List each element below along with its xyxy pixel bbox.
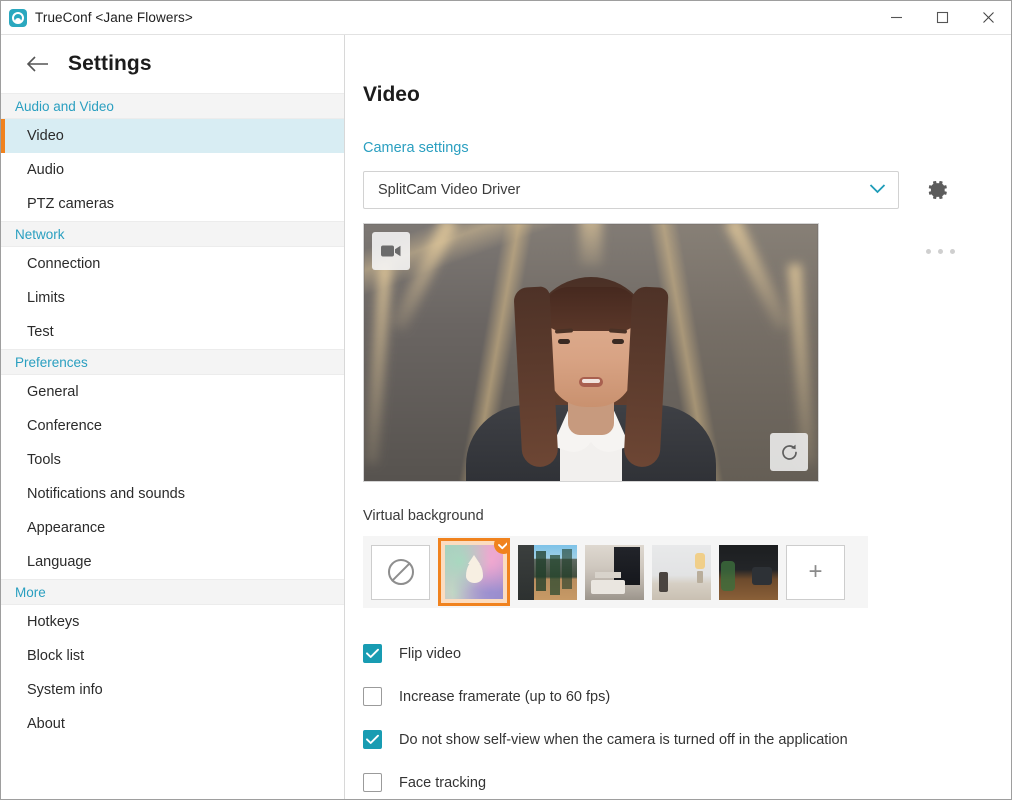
nav-section-audio-and-video: Audio and Video (1, 93, 344, 119)
option-hide-self-view[interactable]: Do not show self-view when the camera is… (363, 718, 1011, 761)
video-options-list: Flip video Increase framerate (up to 60 … (363, 632, 1011, 799)
camera-preview-wrapper (363, 223, 819, 482)
trueconf-logo-icon (9, 8, 27, 27)
sidebar-item-video[interactable]: Video (1, 119, 344, 153)
camera-preview (363, 223, 819, 482)
settings-nav: Audio and Video Video Audio PTZ cameras … (1, 93, 344, 799)
maximize-icon[interactable] (919, 1, 965, 34)
page-title: Video (363, 83, 420, 106)
sidebar-item-label: Tools (27, 452, 61, 468)
option-label: Face tracking (399, 774, 487, 791)
sidebar-item-appearance[interactable]: Appearance (1, 511, 344, 545)
virtual-background-dark-lounge[interactable] (719, 544, 778, 600)
checkbox-increase-framerate[interactable] (363, 687, 382, 706)
blur-drop-icon (445, 545, 503, 599)
nav-section-preferences: Preferences (1, 349, 344, 375)
sidebar-item-connection[interactable]: Connection (1, 247, 344, 281)
sidebar-item-label: Connection (27, 256, 101, 272)
option-label: Increase framerate (up to 60 fps) (399, 688, 611, 705)
virtual-background-none[interactable] (371, 544, 430, 600)
app-window: TrueConf <Jane Flowers> Settings Audio a… (0, 0, 1012, 800)
settings-sidebar: Settings Audio and Video Video Audio PTZ… (1, 35, 345, 799)
sidebar-item-label: About (27, 716, 65, 732)
virtual-background-modern-office[interactable] (585, 544, 644, 600)
virtual-background-blur[interactable] (438, 538, 510, 606)
sidebar-item-label: Appearance (27, 520, 106, 536)
option-label: Do not show self-view when the camera is… (399, 731, 848, 748)
title-bar: TrueConf <Jane Flowers> (1, 1, 1011, 35)
video-settings-panel: Video Camera settings SplitCam Video Dri… (345, 35, 1011, 799)
option-increase-framerate[interactable]: Increase framerate (up to 60 fps) (363, 675, 1011, 718)
sidebar-item-test[interactable]: Test (1, 315, 344, 349)
sidebar-item-label: Limits (27, 290, 65, 306)
sidebar-item-limits[interactable]: Limits (1, 281, 344, 315)
nav-section-more: More (1, 579, 344, 605)
option-label: Flip video (399, 645, 462, 662)
preview-person (466, 271, 716, 481)
no-background-icon (387, 559, 414, 585)
refresh-icon[interactable] (770, 433, 808, 471)
check-icon (494, 541, 507, 554)
gear-icon[interactable] (921, 173, 955, 207)
sidebar-item-notifications-and-sounds[interactable]: Notifications and sounds (1, 477, 344, 511)
checkbox-face-tracking[interactable] (363, 773, 382, 792)
sidebar-item-tools[interactable]: Tools (1, 443, 344, 477)
chevron-down-icon (869, 181, 886, 199)
camera-select[interactable]: SplitCam Video Driver (363, 171, 899, 209)
sidebar-item-language[interactable]: Language (1, 545, 344, 579)
sidebar-item-ptz-cameras[interactable]: PTZ cameras (1, 187, 344, 221)
sidebar-item-label: Video (27, 128, 64, 144)
close-icon[interactable] (965, 1, 1011, 34)
sidebar-item-hotkeys[interactable]: Hotkeys (1, 605, 344, 639)
sidebar-item-system-info[interactable]: System info (1, 673, 344, 707)
sidebar-item-label: Language (27, 554, 92, 570)
app-title: TrueConf <Jane Flowers> (35, 10, 193, 25)
camera-select-value: SplitCam Video Driver (378, 182, 521, 198)
sidebar-item-block-list[interactable]: Block list (1, 639, 344, 673)
sidebar-item-label: System info (27, 682, 103, 698)
virtual-background-white-room[interactable] (652, 544, 711, 600)
minimize-icon[interactable] (873, 1, 919, 34)
back-arrow-icon[interactable] (25, 51, 51, 77)
checkbox-flip-video[interactable] (363, 644, 382, 663)
option-face-tracking[interactable]: Face tracking (363, 761, 1011, 799)
settings-header: Settings (1, 35, 344, 93)
sidebar-item-label: Test (27, 324, 54, 340)
virtual-background-strip: + (363, 536, 868, 608)
sidebar-item-label: Block list (27, 648, 85, 664)
sidebar-item-label: Conference (27, 418, 102, 434)
sidebar-item-conference[interactable]: Conference (1, 409, 344, 443)
settings-title: Settings (68, 52, 152, 75)
more-options-dots-icon[interactable] (926, 249, 955, 254)
checkbox-hide-self-view[interactable] (363, 730, 382, 749)
sidebar-item-about[interactable]: About (1, 707, 344, 741)
window-body: Settings Audio and Video Video Audio PTZ… (1, 35, 1011, 799)
sidebar-item-label: Audio (27, 162, 65, 178)
nav-section-network: Network (1, 221, 344, 247)
sidebar-item-label: Hotkeys (27, 614, 80, 630)
camera-select-row: SplitCam Video Driver (363, 171, 1011, 209)
sidebar-item-label: General (27, 384, 79, 400)
virtual-background-label: Virtual background (363, 508, 484, 524)
sidebar-item-audio[interactable]: Audio (1, 153, 344, 187)
video-camera-icon[interactable] (372, 232, 410, 270)
virtual-background-balcony[interactable] (518, 544, 577, 600)
add-background-button[interactable]: + (786, 544, 845, 600)
camera-settings-label: Camera settings (363, 140, 469, 156)
option-flip-video[interactable]: Flip video (363, 632, 1011, 675)
plus-icon: + (808, 558, 823, 585)
sidebar-item-label: PTZ cameras (27, 196, 115, 212)
sidebar-item-label: Notifications and sounds (27, 486, 185, 502)
sidebar-item-general[interactable]: General (1, 375, 344, 409)
